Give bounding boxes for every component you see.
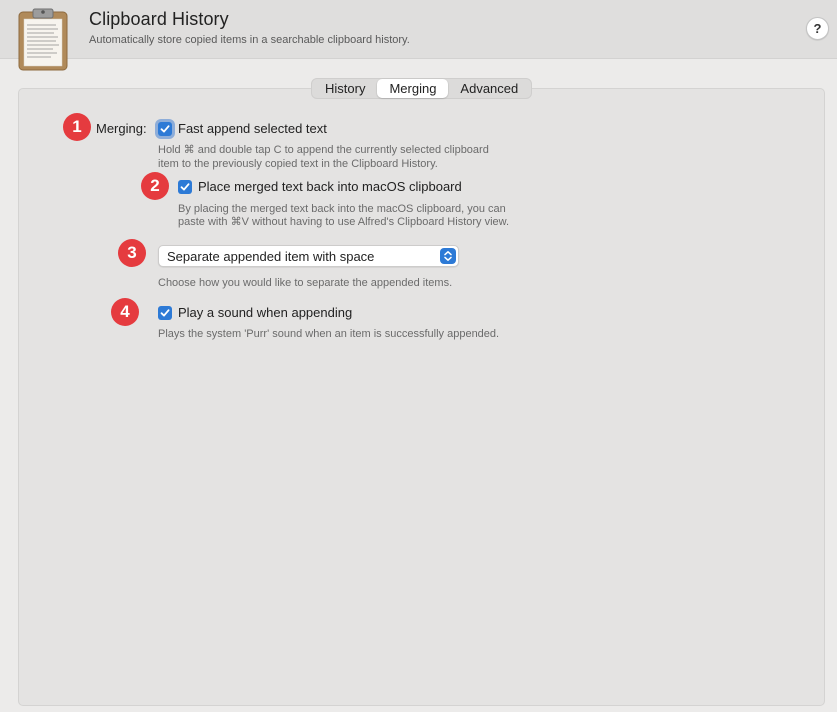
place-back-desc-line2: paste with ⌘V without having to use Alfr… [178, 216, 510, 228]
page-subtitle: Automatically store copied items in a se… [89, 34, 410, 46]
tab-merging[interactable]: Merging [377, 79, 449, 98]
clipboard-icon [16, 6, 72, 72]
tab-history[interactable]: History [313, 79, 377, 98]
tab-advanced[interactable]: Advanced [448, 79, 530, 98]
fast-append-label[interactable]: Fast append selected text [178, 121, 327, 136]
play-sound-desc: Plays the system 'Purr' sound when an it… [158, 328, 500, 340]
step-badge-4: 4 [111, 298, 139, 326]
chevron-up-down-icon [440, 248, 456, 264]
checkmark-icon [160, 309, 170, 317]
page-title: Clipboard History [89, 9, 229, 29]
place-back-desc-line1: By placing the merged text back into the… [178, 203, 506, 215]
preferences-window: Clipboard History Automatically store co… [0, 0, 837, 712]
header-bar: Clipboard History Automatically store co… [0, 0, 837, 71]
merging-section-label: Merging: [96, 121, 147, 136]
checkmark-icon [160, 125, 170, 133]
separator-select-value: Separate appended item with space [167, 249, 375, 264]
tab-bar: History Merging Advanced [311, 78, 533, 99]
step-badge-3: 3 [118, 239, 146, 267]
separator-select[interactable]: Separate appended item with space [158, 245, 459, 267]
play-sound-checkbox[interactable] [158, 306, 172, 320]
play-sound-label[interactable]: Play a sound when appending [178, 305, 352, 320]
separator-desc: Choose how you would like to separate th… [158, 277, 453, 289]
help-button[interactable]: ? [806, 17, 829, 40]
checkmark-icon [180, 183, 190, 191]
fast-append-desc-line1: Hold ⌘ and double tap C to append the cu… [158, 144, 489, 156]
fast-append-checkbox[interactable] [158, 122, 172, 136]
step-badge-2: 2 [141, 172, 169, 200]
place-back-checkbox[interactable] [178, 180, 192, 194]
fast-append-desc-line2: item to the previously copied text in th… [158, 158, 438, 170]
step-badge-1: 1 [63, 113, 91, 141]
place-back-label[interactable]: Place merged text back into macOS clipbo… [198, 179, 462, 194]
